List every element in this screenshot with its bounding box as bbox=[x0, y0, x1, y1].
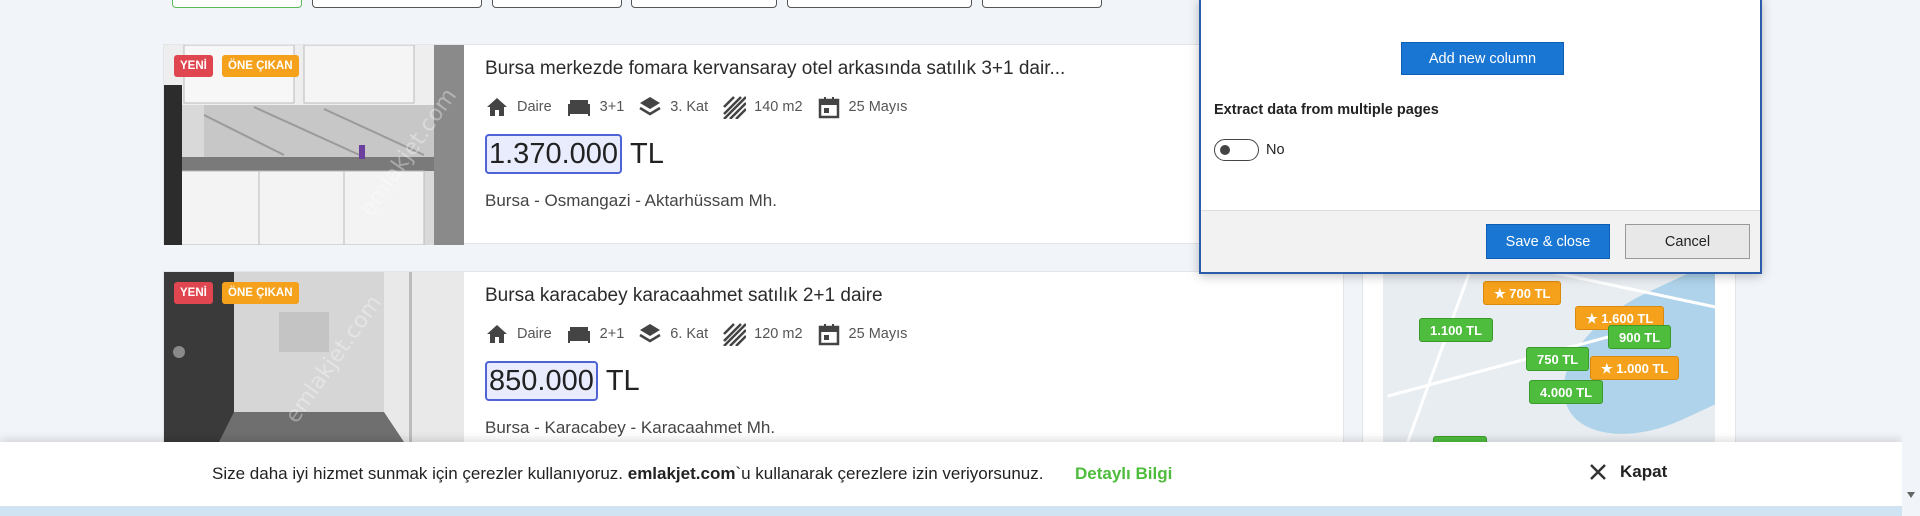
feature-area: 120 m2 bbox=[722, 322, 803, 346]
feature-rooms: 2+1 bbox=[566, 322, 624, 346]
map-pin[interactable]: 4.000 TL bbox=[1529, 380, 1604, 404]
cookie-brand: emlakjet.com bbox=[627, 464, 736, 483]
multiple-pages-toggle[interactable] bbox=[1214, 139, 1259, 161]
calendar-icon bbox=[818, 324, 839, 346]
map-pin[interactable]: 750 TL bbox=[1526, 347, 1590, 371]
feature-date: 25 Mayıs bbox=[817, 322, 907, 346]
toggle-state-label: No bbox=[1266, 142, 1285, 158]
listing-features: Daire 3+1 3. Kat 140 m2 25 Mayıs bbox=[485, 95, 921, 119]
feature-type: Daire bbox=[485, 95, 552, 119]
price-value: 1.370.000 bbox=[485, 134, 623, 174]
filter-chip[interactable] bbox=[982, 0, 1102, 8]
filter-chip[interactable] bbox=[631, 0, 777, 8]
map-pin[interactable]: ★ 700 TL bbox=[1483, 281, 1562, 305]
listing-location: Bursa - Karacabey - Karacaahmet Mh. bbox=[485, 418, 776, 437]
toggle-knob bbox=[1220, 145, 1230, 155]
add-column-button[interactable]: Add new column bbox=[1401, 42, 1564, 75]
feature-date: 25 Mayıs bbox=[817, 95, 907, 119]
listing-card[interactable]: YENİ ÖNE ÇIKAN emlakjet.com Bursa merkez… bbox=[163, 44, 1344, 245]
cookie-details-link[interactable]: Detaylı Bilgi bbox=[1075, 464, 1172, 484]
scroll-down-arrow-icon[interactable] bbox=[1907, 492, 1915, 498]
price-value: 850.000 bbox=[485, 361, 598, 401]
filter-chip[interactable] bbox=[787, 0, 972, 8]
extract-dialog: Add new column Extract data from multipl… bbox=[1199, 0, 1762, 274]
page-scrollbar[interactable] bbox=[1902, 0, 1920, 516]
sofa-icon bbox=[567, 100, 590, 116]
featured-badge: ÖNE ÇIKAN bbox=[222, 55, 299, 77]
sofa-icon bbox=[567, 327, 590, 343]
home-icon bbox=[487, 98, 507, 116]
calendar-icon bbox=[818, 97, 839, 119]
home-icon bbox=[487, 325, 507, 343]
cancel-button[interactable]: Cancel bbox=[1625, 224, 1750, 259]
save-close-button[interactable]: Save & close bbox=[1486, 224, 1610, 259]
layers-icon bbox=[639, 324, 661, 343]
listing-photo[interactable]: YENİ ÖNE ÇIKAN emlakjet.com bbox=[164, 45, 464, 245]
price-currency: TL bbox=[630, 137, 664, 170]
extract-multiple-pages-label: Extract data from multiple pages bbox=[1214, 102, 1439, 118]
listing-price: 850.000 TL bbox=[485, 361, 640, 401]
close-icon bbox=[1590, 464, 1606, 480]
listing-price: 1.370.000 TL bbox=[485, 134, 664, 174]
map-pin[interactable]: 900 TL bbox=[1608, 325, 1672, 349]
feature-floor: 6. Kat bbox=[638, 322, 708, 346]
listing-location: Bursa - Osmangazi - Aktarhüssam Mh. bbox=[485, 191, 777, 210]
feature-rooms: 3+1 bbox=[566, 95, 624, 119]
layers-icon bbox=[639, 97, 661, 116]
cookie-close-button[interactable]: Kapat bbox=[1588, 462, 1667, 482]
dialog-footer: Save & close Cancel bbox=[1201, 210, 1760, 272]
map-pin[interactable]: 1.100 TL bbox=[1419, 318, 1494, 342]
listing-title[interactable]: Bursa merkezde fomara kervansaray otel a… bbox=[485, 58, 1065, 80]
listing-title[interactable]: Bursa karacabey karacaahmet satılık 2+1 … bbox=[485, 285, 883, 307]
cookie-banner: Size daha iyi hizmet sunmak için çerezle… bbox=[0, 442, 1902, 506]
featured-badge: ÖNE ÇIKAN bbox=[222, 282, 299, 304]
cookie-message: Size daha iyi hizmet sunmak için çerezle… bbox=[212, 464, 1044, 483]
filter-chip[interactable] bbox=[312, 0, 482, 8]
listing-features: Daire 2+1 6. Kat 120 m2 25 Mayıs bbox=[485, 322, 921, 346]
filter-chip[interactable] bbox=[172, 0, 302, 8]
map-pin[interactable]: ★ 1.000 TL bbox=[1590, 356, 1680, 380]
area-icon bbox=[723, 96, 747, 119]
price-currency: TL bbox=[605, 364, 640, 397]
new-badge: YENİ bbox=[174, 55, 213, 77]
feature-area: 140 m2 bbox=[722, 95, 803, 119]
listing-card[interactable]: YENİ ÖNE ÇIKAN emlakjet.com Bursa karaca… bbox=[163, 271, 1344, 472]
new-badge: YENİ bbox=[174, 282, 213, 304]
feature-type: Daire bbox=[485, 322, 552, 346]
area-icon bbox=[723, 323, 747, 346]
filter-chip[interactable] bbox=[492, 0, 622, 8]
bottom-strip bbox=[0, 506, 1902, 516]
feature-floor: 3. Kat bbox=[638, 95, 708, 119]
